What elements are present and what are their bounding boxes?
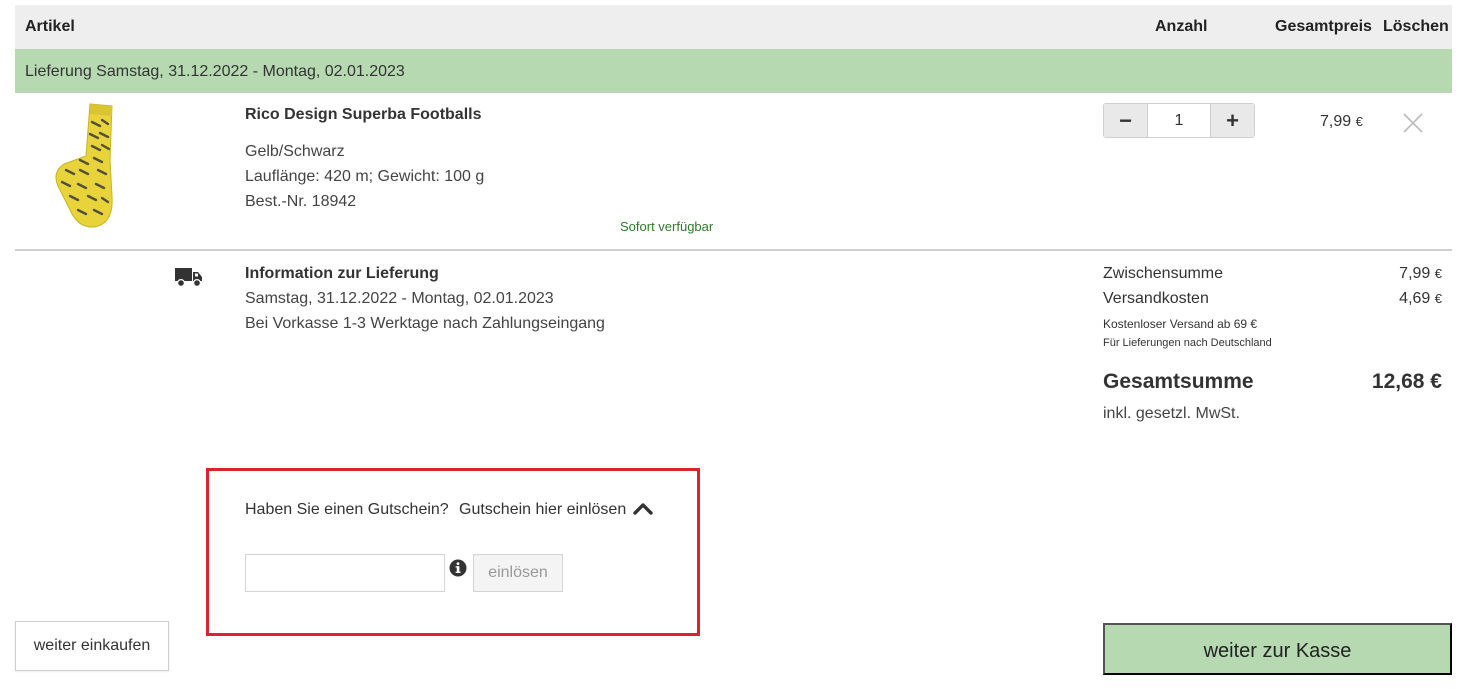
product-name[interactable]: Rico Design Superba Footballs <box>245 106 481 124</box>
chevron-up-icon[interactable] <box>632 499 654 517</box>
header-quantity: Anzahl <box>1155 18 1208 35</box>
header-total-price: Gesamtpreis <box>1275 18 1372 35</box>
item-price: 7,99 € <box>1320 113 1363 131</box>
free-shipping-note: Kostenloser Versand ab 69 € <box>1103 317 1258 331</box>
quantity-increase-button[interactable]: + <box>1210 104 1254 137</box>
checkout-button[interactable]: weiter zur Kasse <box>1103 623 1452 675</box>
voucher-question: Haben Sie einen Gutschein? <box>245 501 449 518</box>
quantity-decrease-button[interactable]: − <box>1104 104 1148 137</box>
total-label: Gesamtsumme <box>1103 370 1254 393</box>
shipping-amount: 4,69 <box>1399 290 1431 307</box>
total-value: 12,68 € <box>1371 370 1442 393</box>
header-article: Artikel <box>25 18 75 35</box>
voucher-highlight-frame <box>206 468 700 636</box>
voucher-code-input[interactable] <box>245 554 445 592</box>
info-icon[interactable] <box>449 559 467 577</box>
product-order-number: Best.-Nr. 18942 <box>245 193 357 210</box>
cart-table-header: Artikel Anzahl Gesamtpreis Löschen <box>15 5 1452 49</box>
redeem-voucher-button[interactable]: einlösen <box>473 554 563 592</box>
truck-icon <box>175 268 202 288</box>
delivery-banner-text: Lieferung Samstag, 31.12.2022 - Montag, … <box>25 63 405 80</box>
subtotal-currency: € <box>1434 266 1442 281</box>
availability-status: Sofort verfügbar <box>620 219 714 234</box>
section-divider <box>15 249 1452 251</box>
header-delete: Löschen <box>1383 18 1449 35</box>
vat-note: inkl. gesetzl. MwSt. <box>1103 405 1240 422</box>
delivery-info-note: Bei Vorkasse 1-3 Werktage nach Zahlungse… <box>245 315 605 332</box>
item-price-value: 7,99 <box>1320 113 1352 130</box>
delivery-info-dates: Samstag, 31.12.2022 - Montag, 02.01.2023 <box>245 290 554 307</box>
shipping-label: Versandkosten <box>1103 290 1209 307</box>
product-color: Gelb/Schwarz <box>245 143 345 160</box>
voucher-toggle-link[interactable]: Gutschein hier einlösen <box>459 501 626 519</box>
delivery-country-note: Für Lieferungen nach Deutschland <box>1103 337 1272 349</box>
delivery-info-title: Information zur Lieferung <box>245 265 439 282</box>
product-details: Lauflänge: 420 m; Gewicht: 100 g <box>245 168 485 185</box>
quantity-input[interactable] <box>1148 104 1210 137</box>
close-icon[interactable] <box>1402 112 1424 134</box>
shipping-currency: € <box>1434 291 1442 306</box>
quantity-stepper: − + <box>1103 103 1255 138</box>
delivery-banner: Lieferung Samstag, 31.12.2022 - Montag, … <box>15 49 1452 93</box>
shipping-value: 4,69 € <box>1399 290 1442 308</box>
subtotal-value: 7,99 € <box>1399 265 1442 283</box>
sock-yarn-image[interactable] <box>50 100 125 230</box>
item-price-currency: € <box>1355 114 1363 129</box>
subtotal-amount: 7,99 <box>1399 265 1431 282</box>
subtotal-label: Zwischensumme <box>1103 265 1224 282</box>
continue-shopping-button[interactable]: weiter einkaufen <box>15 621 169 671</box>
